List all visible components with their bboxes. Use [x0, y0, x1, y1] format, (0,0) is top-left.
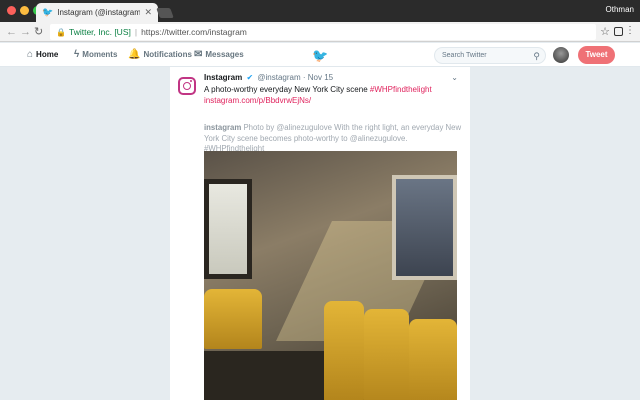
nav-moments-label: Moments	[82, 50, 118, 59]
photo-seat	[364, 309, 409, 400]
tweet-body: A photo-worthy everyday New York City sc…	[204, 85, 368, 94]
security-label: Twitter, Inc. [US]	[68, 27, 131, 37]
window-close-button[interactable]	[7, 6, 16, 15]
tweet-author[interactable]: Instagram	[204, 73, 242, 82]
tab-title: Instagram (@instagram) | Twi	[57, 8, 141, 17]
tweet-handle[interactable]: @instagram	[257, 73, 300, 82]
twitter-nav: ⌂ Home ϟ Moments 🔔 Notifications ✉ Messa…	[0, 43, 640, 67]
nav-notifications[interactable]: 🔔 Notifications	[128, 49, 192, 60]
url-separator: |	[134, 27, 138, 37]
profile-name[interactable]: Othman	[606, 5, 634, 14]
tweet-text: A photo-worthy everyday New York City sc…	[204, 85, 432, 94]
twitter-bird-logo-icon[interactable]: 🐦	[312, 48, 328, 64]
nav-notifications-label: Notifications	[143, 50, 192, 59]
quoted-caption: instagram Photo by @alinezugulove With t…	[204, 123, 462, 155]
chevron-down-icon[interactable]: ⌄	[451, 73, 458, 82]
lightning-icon: ϟ	[74, 49, 80, 60]
url-text: https://twitter.com/instagram	[141, 27, 247, 37]
tab-close-icon[interactable]: ✕	[144, 7, 152, 18]
search-placeholder: Search Twitter	[442, 52, 487, 59]
tweet-button[interactable]: Tweet	[578, 46, 615, 64]
photo-seat	[324, 301, 364, 400]
tweet-link[interactable]: instagram.com/p/BbdvrwEjNs/	[204, 96, 311, 105]
photo-seat	[204, 289, 262, 349]
quote-author: instagram	[204, 123, 242, 132]
window-minimize-button[interactable]	[20, 6, 29, 15]
browser-tab-bar: 🐦 Instagram (@instagram) | Twi ✕ Othman	[0, 0, 640, 22]
lock-icon: 🔒	[56, 27, 66, 37]
photo-window	[204, 179, 252, 279]
tweet-card: Instagram ✔ @instagram · Nov 15 ⌄ A phot…	[170, 67, 470, 400]
bell-icon: 🔔	[128, 49, 141, 60]
twitter-favicon-icon: 🐦	[42, 7, 54, 17]
avatar[interactable]	[553, 47, 569, 63]
extension-icon[interactable]	[614, 27, 623, 36]
nav-messages-label: Messages	[205, 50, 244, 59]
photo-floor	[204, 351, 324, 400]
nav-home[interactable]: ⌂ Home	[27, 49, 58, 60]
photo-seat	[409, 319, 457, 400]
verified-badge-icon: ✔	[246, 73, 254, 82]
search-icon[interactable]: ⚲	[533, 49, 540, 64]
bookmark-star-icon[interactable]: ☆	[600, 25, 610, 38]
browser-tab[interactable]: 🐦 Instagram (@instagram) | Twi ✕	[36, 3, 158, 22]
tweet-header: Instagram ✔ @instagram · Nov 15	[204, 73, 333, 82]
new-tab-button[interactable]	[156, 8, 174, 18]
home-icon: ⌂	[27, 49, 34, 60]
tweet-hashtag[interactable]: #WHPfindthelight	[370, 85, 432, 94]
forward-arrow-icon[interactable]: →	[20, 25, 31, 39]
address-bar: ← → ↻ 🔒 Twitter, Inc. [US] | https://twi…	[0, 22, 640, 42]
tweet-date[interactable]: · Nov 15	[303, 73, 333, 82]
nav-home-label: Home	[36, 50, 59, 59]
nav-messages[interactable]: ✉ Messages	[194, 49, 244, 60]
envelope-icon: ✉	[194, 49, 203, 60]
quote-text: Photo by @alinezugulove With the right l…	[204, 123, 462, 153]
nav-moments[interactable]: ϟ Moments	[74, 49, 117, 60]
menu-kebab-icon[interactable]: ⋮	[625, 25, 635, 36]
omnibox[interactable]: 🔒 Twitter, Inc. [US] | https://twitter.c…	[50, 24, 596, 40]
instagram-logo-icon[interactable]	[178, 77, 196, 95]
tweet-photo[interactable]	[204, 151, 457, 400]
back-arrow-icon[interactable]: ←	[6, 25, 17, 39]
photo-poster	[392, 175, 457, 280]
search-input[interactable]: Search Twitter ⚲	[434, 47, 546, 64]
reload-icon[interactable]: ↻	[34, 25, 43, 39]
